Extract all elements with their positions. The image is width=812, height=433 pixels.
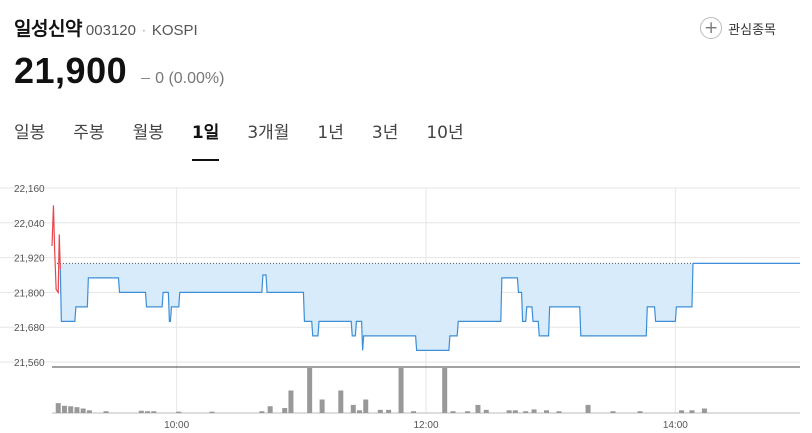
tab-3year[interactable]: 3년 <box>372 118 398 161</box>
volume-bar <box>319 399 325 413</box>
x-tick-label: 10:00 <box>164 420 189 431</box>
volume-bar <box>585 404 591 413</box>
volume-bar <box>483 409 489 413</box>
price-row: 21,900 0 (0.00%) <box>14 50 224 92</box>
tab-weekly[interactable]: 주봉 <box>73 118 104 161</box>
separator-dot: · <box>141 24 146 38</box>
volume-bar <box>145 411 151 413</box>
tab-monthly[interactable]: 월봉 <box>133 118 164 161</box>
y-tick-label: 21,800 <box>14 288 45 299</box>
tab-daily[interactable]: 일봉 <box>14 118 45 161</box>
market-label: KOSPI <box>151 22 198 39</box>
volume-bar <box>679 410 685 413</box>
tab-10year[interactable]: 10년 <box>426 118 463 161</box>
stock-code: 003120 <box>85 22 136 39</box>
volume-bar <box>689 410 695 413</box>
volume-bar <box>68 406 74 413</box>
price-up-segment <box>51 205 61 295</box>
volume-bar <box>523 411 529 413</box>
volume-bar <box>307 368 313 413</box>
volume-bar <box>267 406 273 413</box>
volume-bar <box>506 410 512 413</box>
price-change-value: 0 (0.00%) <box>155 70 225 87</box>
volume-bar <box>701 408 707 413</box>
volume-bar <box>465 411 471 413</box>
volume-bar <box>544 410 550 413</box>
current-price: 21,900 <box>14 50 128 91</box>
volume-bar <box>637 411 643 413</box>
volume-bar <box>357 410 363 413</box>
y-tick-label: 22,160 <box>14 184 45 195</box>
volume-bar <box>259 411 265 413</box>
volume-bar <box>288 390 294 413</box>
stock-name: 일성신약 <box>14 18 82 40</box>
volume-bar <box>363 399 369 413</box>
volume-bar <box>512 410 518 413</box>
favorite-label: 관심종목 <box>728 22 776 38</box>
intraday-chart[interactable]: 22,160 22,040 21,920 21,800 21,680 21,560 10:0… <box>0 178 812 433</box>
tab-3month[interactable]: 3개월 <box>247 118 289 161</box>
volume-bar <box>386 409 392 413</box>
volume-bar <box>138 410 144 413</box>
volume-bar <box>338 390 344 413</box>
stock-header: 일성신약 003120 · KOSPI <box>14 14 198 44</box>
y-tick-label: 22,040 <box>14 219 45 230</box>
tab-1year[interactable]: 1년 <box>317 118 343 161</box>
volume-bar <box>80 408 86 413</box>
volume-bar <box>350 404 356 413</box>
volume-bar <box>475 404 481 413</box>
favorite-button[interactable]: + 관심종목 <box>700 17 776 39</box>
price-change: 0 (0.00%) <box>141 70 224 88</box>
x-tick-label: 12:00 <box>413 420 438 431</box>
x-tick-label: 14:00 <box>663 420 688 431</box>
tab-1day[interactable]: 1일 <box>191 118 220 161</box>
volume-bar <box>442 368 448 413</box>
volume-bar <box>556 411 562 413</box>
volume-bar <box>74 407 80 413</box>
volume-bar <box>176 411 182 413</box>
volume-bar <box>151 411 157 413</box>
volume-bar <box>610 411 616 413</box>
volume-bar <box>103 411 109 413</box>
flat-dash-icon <box>141 78 151 80</box>
volume-bar <box>398 368 404 413</box>
y-tick-label: 21,920 <box>14 254 45 265</box>
volume-bar <box>55 403 61 413</box>
plus-icon: + <box>700 17 723 39</box>
volume-bar <box>450 411 456 413</box>
volume-bar <box>282 408 288 413</box>
period-tabs: 일봉 주봉 월봉 1일 3개월 1년 3년 10년 <box>14 118 492 161</box>
volume-bar <box>61 405 67 413</box>
volume-bar <box>377 409 383 413</box>
volume-bar <box>531 409 537 413</box>
volume-bar <box>86 410 92 413</box>
y-tick-label: 21,560 <box>14 358 45 369</box>
y-tick-label: 21,680 <box>14 323 45 334</box>
volume-bar <box>411 411 417 413</box>
volume-bar <box>209 411 215 413</box>
